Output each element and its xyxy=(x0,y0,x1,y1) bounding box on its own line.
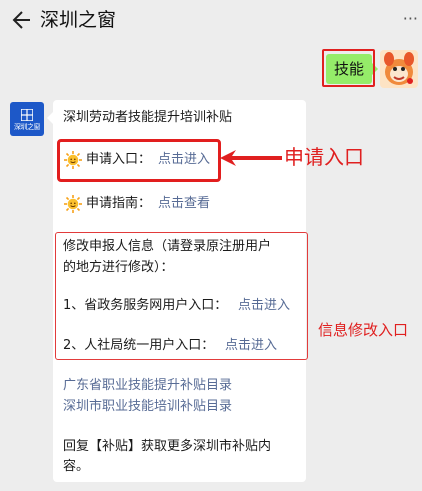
message-heading: 深圳劳动者技能提升培训补贴 xyxy=(63,110,233,125)
logo-grid-icon xyxy=(21,109,33,121)
sun-emoji-icon xyxy=(64,195,82,213)
apply-entrance-highlight-box xyxy=(57,139,221,182)
shenzhen-catalog-link[interactable]: 深圳市职业技能培训补贴目录 xyxy=(63,397,232,416)
cartoon-mascot-icon xyxy=(380,50,418,88)
left-arrow-icon xyxy=(220,150,282,166)
chat-header: 深圳之窗 ··· xyxy=(0,0,422,40)
user-avatar[interactable] xyxy=(380,50,418,88)
sent-message-highlight-box xyxy=(322,49,375,87)
back-arrow-icon[interactable] xyxy=(10,9,32,31)
apply-guide-link[interactable]: 点击查看 xyxy=(158,194,210,213)
more-icon[interactable]: ··· xyxy=(403,8,418,30)
chat-title: 深圳之窗 xyxy=(40,9,117,31)
bot-avatar[interactable]: 深圳之窗 xyxy=(10,102,44,136)
bot-logo-text: 深圳之窗 xyxy=(14,123,41,131)
info-modify-annotation: 信息修改入口 xyxy=(318,321,409,339)
apply-guide-label: 申请指南： xyxy=(86,196,152,211)
info-modify-highlight-box xyxy=(55,232,308,360)
reply-hint-line2: 容。 xyxy=(63,459,90,474)
guangdong-catalog-link[interactable]: 广东省职业技能提升补贴目录 xyxy=(63,376,232,395)
reply-hint-line1: 回复【补贴】获取更多深圳市补贴内 xyxy=(63,439,272,454)
apply-entrance-annotation: 申请入口 xyxy=(284,145,364,169)
